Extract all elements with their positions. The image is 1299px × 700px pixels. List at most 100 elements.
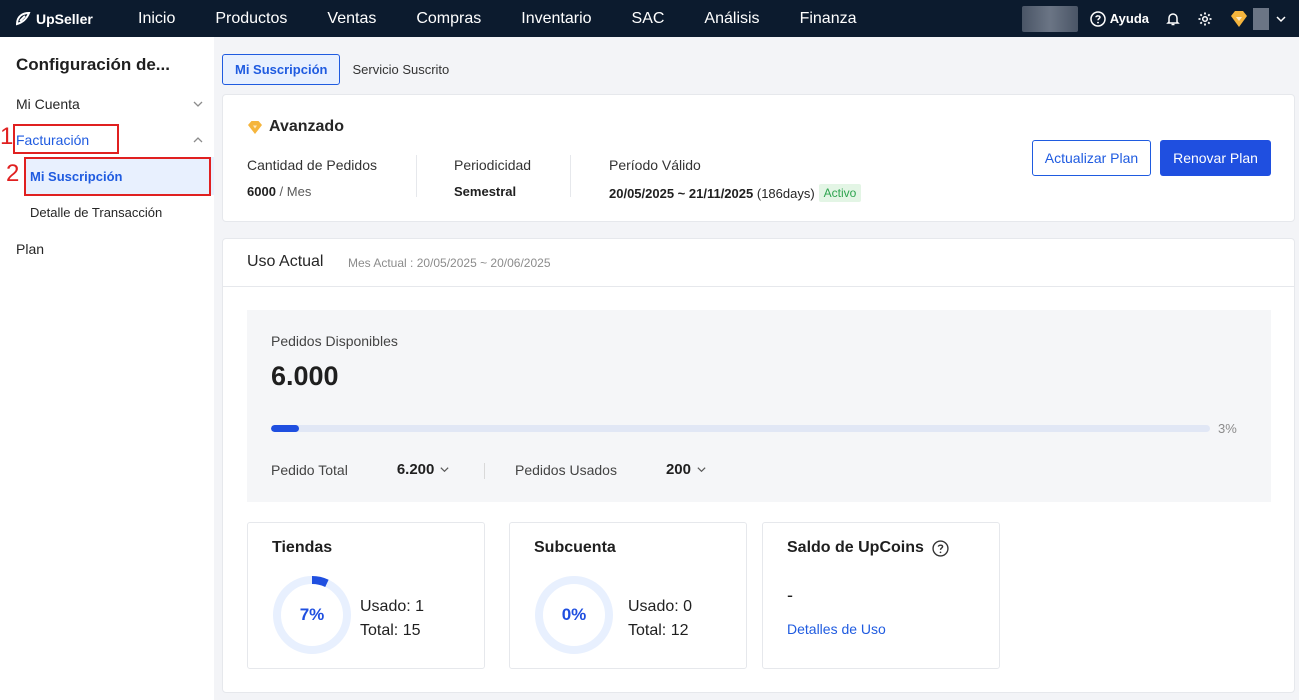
usage-details-link[interactable]: Detalles de Uso <box>787 621 886 637</box>
nav-inventario[interactable]: Inventario <box>521 10 591 28</box>
renew-plan-button[interactable]: Renovar Plan <box>1160 140 1271 176</box>
annotation-number-1: 1 <box>0 123 14 150</box>
usage-header: Uso Actual Mes Actual : 20/05/2025 ~ 20/… <box>223 239 1294 287</box>
used-orders: Pedidos Usados 200 <box>515 461 707 478</box>
nav-analisis[interactable]: Análisis <box>704 10 759 28</box>
used-orders-label: Pedidos Usados <box>515 461 617 478</box>
stores-percent: 7% <box>299 605 325 624</box>
upcoins-card: Saldo de UpCoins - Detalles de Uso <box>762 522 1000 669</box>
total-orders-label: Pedido Total <box>271 461 348 478</box>
nav-productos[interactable]: Productos <box>215 10 287 28</box>
nav-ventas[interactable]: Ventas <box>327 10 376 28</box>
orders-quantity-unit: / Mes <box>279 184 312 199</box>
stores-total: Total: 15 <box>360 622 421 639</box>
periodicity-value: Semestral <box>454 184 531 199</box>
logo-text: UpSeller <box>36 10 93 27</box>
annotation-box-1 <box>13 124 119 154</box>
plan-name: Avanzado <box>247 118 344 136</box>
upcoins-balance: - <box>787 585 793 605</box>
periodicity-label: Periodicidad <box>454 157 532 173</box>
plan-card: Avanzado Cantidad de Pedidos 6000 / Mes … <box>222 94 1295 222</box>
nav-finanza[interactable]: Finanza <box>800 10 857 28</box>
subaccount-title: Subcuenta <box>534 539 616 556</box>
top-navbar: UpSeller Inicio Productos Ventas Compras… <box>0 0 1299 37</box>
tab-servicio-suscrito[interactable]: Servicio Suscrito <box>352 62 449 77</box>
stores-used: Usado: 1 <box>360 598 425 615</box>
tab-mi-suscripcion[interactable]: Mi Suscripción <box>222 54 341 85</box>
bell-icon <box>1166 12 1180 25</box>
divider <box>570 155 571 197</box>
question-circle-icon <box>1090 10 1106 27</box>
sidebar-item-label: Plan <box>16 241 45 257</box>
plan-name-text: Avanzado <box>269 118 344 135</box>
available-orders-value: 6.000 <box>271 361 339 391</box>
upseller-logo[interactable]: UpSeller <box>14 10 124 28</box>
stores-card: Tiendas 7% Usado: 1 Total: 15 <box>247 522 485 669</box>
gear-icon <box>1198 12 1212 25</box>
diamond-badge-icon <box>248 120 262 134</box>
update-plan-button[interactable]: Actualizar Plan <box>1032 140 1151 176</box>
total-orders: Pedido Total 6.200 <box>271 461 450 478</box>
divider <box>484 463 485 479</box>
orders-progress-percent: 3% <box>1218 421 1237 436</box>
valid-period: Período Válido 20/05/2025 ~ 21/11/2025 (… <box>609 157 862 202</box>
status-badge: Activo <box>818 184 862 202</box>
diamond-badge-icon <box>1231 10 1247 27</box>
periodicity-text: Semestral <box>454 184 517 199</box>
chevron-down-icon <box>1276 15 1286 22</box>
chevron-down-icon <box>440 467 449 473</box>
orders-progress-fill <box>271 425 300 432</box>
sidebar-item-detalle-transaccion[interactable]: Detalle de Transacción <box>30 205 162 220</box>
used-orders-value: 200 <box>665 461 691 478</box>
upcoins-title: Saldo de UpCoins <box>787 539 949 557</box>
orders-panel: Pedidos Disponibles 6.000 3% Pedido Tota… <box>247 310 1271 502</box>
valid-period-value: 20/05/2025 ~ 21/11/2025 (186days) Activo <box>609 184 862 202</box>
sidebar-item-label: Mi Cuenta <box>16 96 80 112</box>
usage-title: Uso Actual <box>247 253 324 270</box>
total-orders-dropdown[interactable]: 6.200 <box>397 461 451 478</box>
valid-period-days: (186days) <box>756 185 815 201</box>
sidebar-title: Configuración de... <box>16 55 170 74</box>
nav-sac[interactable]: SAC <box>632 10 665 28</box>
account-menu[interactable] <box>1229 7 1287 30</box>
divider <box>416 155 417 197</box>
nav-inicio[interactable]: Inicio <box>138 10 175 28</box>
usage-card: Uso Actual Mes Actual : 20/05/2025 ~ 20/… <box>222 238 1295 693</box>
sidebar-item-plan[interactable]: Plan <box>16 241 44 257</box>
help-label: Ayuda <box>1109 11 1149 26</box>
nav-compras[interactable]: Compras <box>416 10 481 28</box>
sidebar-item-mi-cuenta[interactable]: Mi Cuenta <box>16 96 204 112</box>
annotation-number-2: 2 <box>6 160 20 187</box>
chevron-down-icon <box>193 101 203 107</box>
help-button[interactable]: Ayuda <box>1090 10 1149 27</box>
settings-button[interactable] <box>1197 11 1213 27</box>
blurred-avatar <box>1253 7 1269 30</box>
subaccount-stats: Usado: 0 Total: 12 <box>628 595 692 643</box>
subaccount-used: Usado: 0 <box>628 598 693 615</box>
subaccount-card: Subcuenta 0% Usado: 0 Total: 12 <box>509 522 747 669</box>
subscription-tabs: Mi Suscripción Servicio Suscrito <box>222 54 449 85</box>
stores-stats: Usado: 1 Total: 15 <box>360 595 424 643</box>
orders-progress-bar <box>271 425 1210 432</box>
sidebar: Configuración de... Mi Cuenta Facturació… <box>0 37 214 700</box>
subaccount-percent: 0% <box>561 605 587 624</box>
blurred-shop-selector[interactable] <box>1021 5 1078 32</box>
valid-period-range: 20/05/2025 ~ 21/11/2025 <box>609 185 754 201</box>
total-orders-value: 6.200 <box>396 461 435 478</box>
chevron-down-icon <box>697 467 706 473</box>
orders-quantity-label: Cantidad de Pedidos <box>247 157 377 173</box>
orders-quantity: Cantidad de Pedidos 6000 / Mes <box>247 157 377 199</box>
valid-period-label: Período Válido <box>609 157 701 173</box>
stores-title: Tiendas <box>272 539 333 556</box>
upcoins-title-text: Saldo de UpCoins <box>787 539 924 556</box>
notification-bell[interactable] <box>1165 11 1181 27</box>
upseller-logo-icon <box>15 11 31 25</box>
periodicity: Periodicidad Semestral <box>454 157 531 199</box>
chevron-up-icon <box>193 137 203 143</box>
subaccount-total: Total: 12 <box>628 622 689 639</box>
used-orders-dropdown[interactable]: 200 <box>666 461 707 478</box>
available-orders-label: Pedidos Disponibles <box>271 333 398 349</box>
orders-quantity-value: 6000 / Mes <box>247 184 377 199</box>
question-circle-icon[interactable] <box>932 539 949 557</box>
annotation-box-2 <box>24 157 211 196</box>
